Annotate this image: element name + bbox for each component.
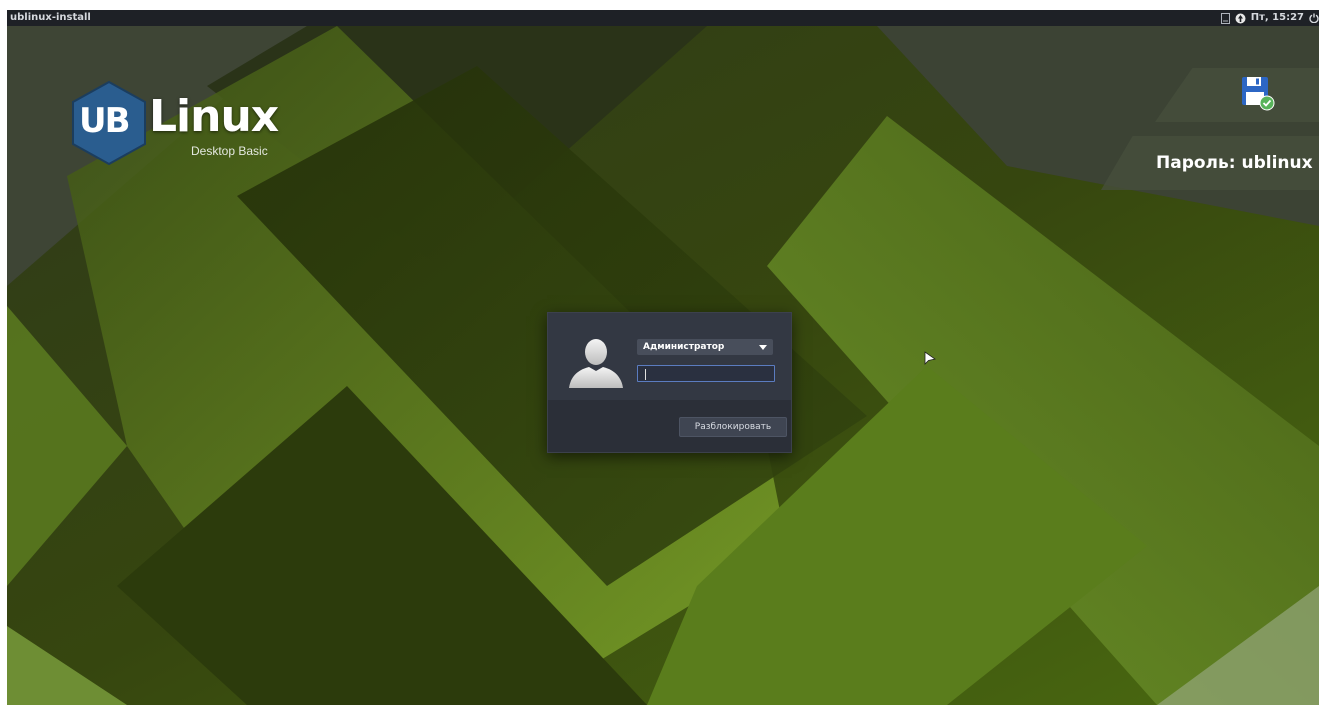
top-panel: ublinux-install Пт, 15:27 <box>7 10 1319 26</box>
network-icon[interactable] <box>1235 10 1246 26</box>
password-hint-text: Пароль: ublinux <box>1156 153 1313 173</box>
edition-label: Desktop Basic <box>191 144 268 158</box>
notes-icon[interactable] <box>1220 10 1230 26</box>
mouse-pointer-icon <box>924 351 936 365</box>
selected-user-label: Администратор <box>643 342 725 352</box>
hostname-label: ublinux-install <box>10 12 91 23</box>
user-silhouette-icon <box>569 339 623 388</box>
chevron-down-icon <box>759 345 767 350</box>
logo-mark: UB <box>79 101 131 141</box>
system-tray: Пт, 15:27 <box>1216 10 1319 26</box>
floppy-disk-check-icon <box>1242 77 1275 111</box>
lock-screen-dialog: Администратор Разблокировать <box>547 312 792 453</box>
power-icon[interactable] <box>1309 10 1319 26</box>
unlock-button[interactable]: Разблокировать <box>679 417 787 437</box>
password-input[interactable] <box>637 365 775 382</box>
password-hint-plate: Пароль: ublinux <box>1101 136 1319 190</box>
desktop-screen: ublinux-install Пт, 15:27 UB Linux Deskt… <box>7 10 1319 705</box>
text-caret <box>645 369 646 380</box>
user-select-dropdown[interactable]: Администратор <box>637 339 773 355</box>
clock-label[interactable]: Пт, 15:27 <box>1251 10 1304 26</box>
logo-wordmark: Linux <box>149 91 279 142</box>
